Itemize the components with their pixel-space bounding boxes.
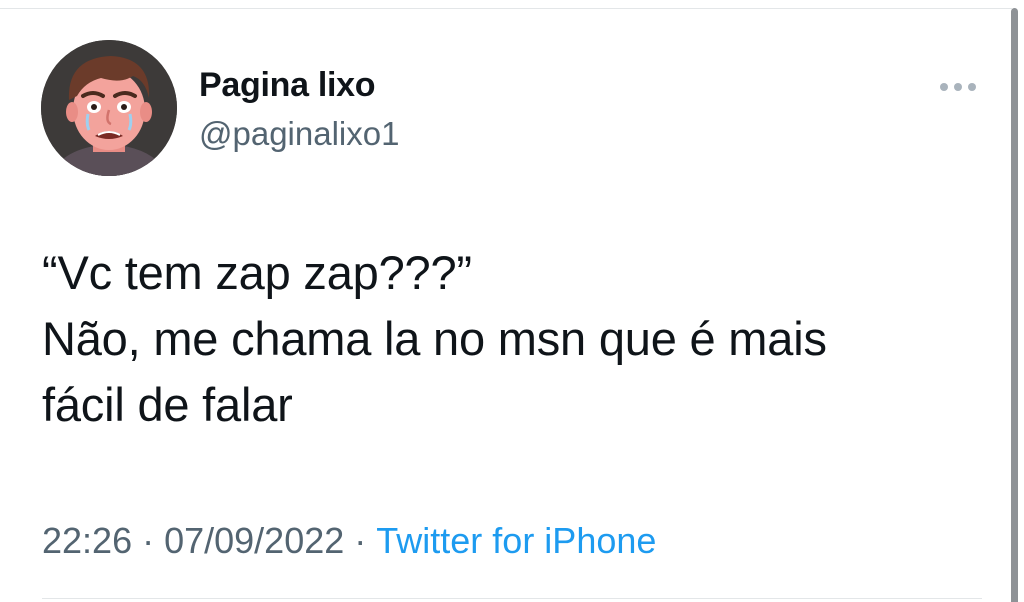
tweet-text: “Vc tem zap zap???” Não, me chama la no … (42, 240, 982, 438)
more-icon-dot (940, 83, 948, 91)
meta-separator: · (142, 520, 155, 561)
tweet-date[interactable]: 07/09/2022 (164, 520, 344, 562)
tweet-text-line: fácil de falar (42, 378, 293, 431)
tweet-card: Pagina lixo @paginalixo1 “Vc tem zap zap… (0, 0, 1004, 602)
author-display-name[interactable]: Pagina lixo (199, 66, 376, 105)
tweet-source-link[interactable]: Twitter for iPhone (376, 520, 656, 562)
tweet-meta: 22:26 · 07/09/2022 · Twitter for iPhone (42, 520, 656, 562)
more-options-button[interactable] (933, 74, 983, 100)
more-icon-dot (968, 83, 976, 91)
tweet-time[interactable]: 22:26 (42, 520, 132, 562)
scrollbar[interactable] (1011, 8, 1018, 602)
meta-separator: · (354, 520, 367, 561)
author-avatar[interactable] (41, 40, 177, 176)
author-handle[interactable]: @paginalixo1 (199, 115, 399, 153)
avatar-face-icon (41, 40, 177, 176)
tweet-text-line: Não, me chama la no msn que é mais (42, 312, 827, 365)
tweet-text-line: “Vc tem zap zap???” (42, 246, 472, 299)
bottom-divider (42, 598, 982, 599)
more-icon-dot (954, 83, 962, 91)
